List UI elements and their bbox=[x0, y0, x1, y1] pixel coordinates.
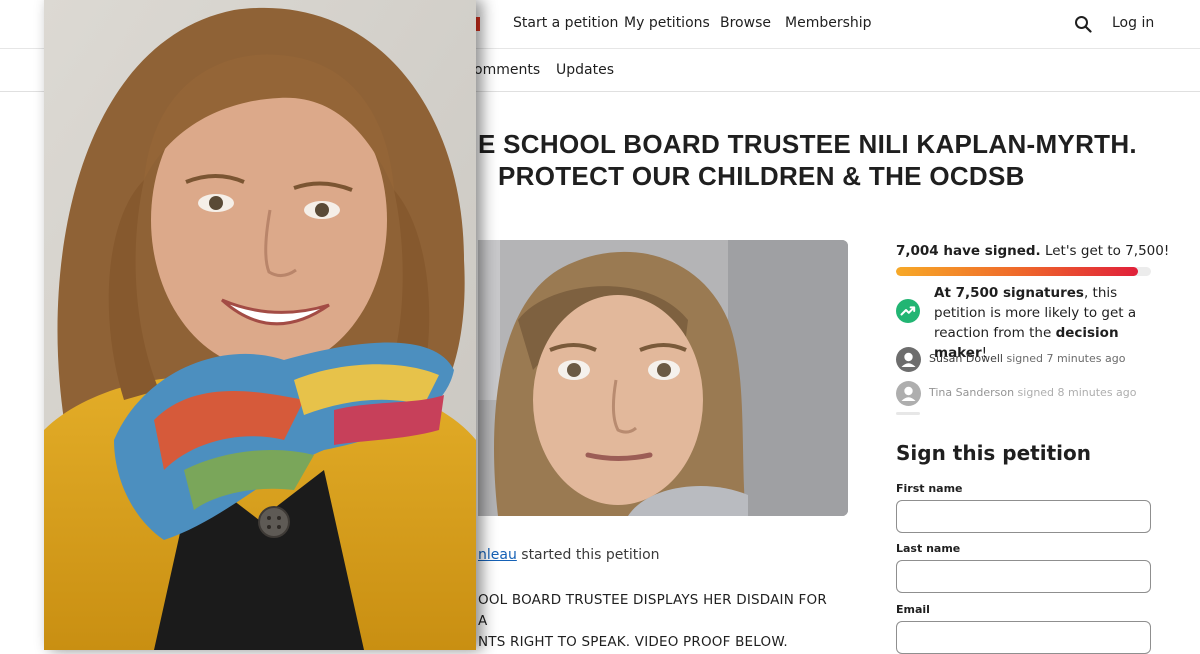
nav-browse[interactable]: Browse bbox=[720, 15, 771, 31]
progress-fill bbox=[896, 267, 1139, 276]
signer-list-fade bbox=[896, 412, 920, 415]
starter-suffix: started this petition bbox=[516, 547, 660, 563]
user-avatar-icon bbox=[896, 347, 921, 372]
petition-starter: nleau started this petition bbox=[478, 547, 660, 563]
email-label: Email bbox=[896, 603, 930, 616]
signature-progress-bar bbox=[896, 267, 1151, 276]
starter-name-link[interactable]: nleau bbox=[478, 547, 517, 563]
signer-text: Susan Dowell signed 7 minutes ago bbox=[929, 352, 1125, 365]
signer-name: Tina Sanderson bbox=[929, 386, 1015, 399]
first-name-label: First name bbox=[896, 482, 963, 495]
petition-image bbox=[478, 240, 848, 516]
signer-name: Susan Dowell bbox=[929, 352, 1003, 365]
last-name-label: Last name bbox=[896, 542, 961, 555]
signed-count-bold: 7,004 have signed. bbox=[896, 243, 1041, 259]
sign-petition-heading: Sign this petition bbox=[896, 441, 1091, 465]
nav-my-petitions[interactable]: My petitions bbox=[624, 15, 710, 31]
nav-start-petition[interactable]: Start a petition bbox=[513, 15, 618, 31]
petition-body-line-1: OOL BOARD TRUSTEE DISPLAYS HER DISDAIN F… bbox=[478, 592, 827, 629]
nav-membership[interactable]: Membership bbox=[785, 15, 872, 31]
petition-page: Start a petition My petitions Browse Mem… bbox=[0, 0, 1200, 654]
login-link[interactable]: Log in bbox=[1112, 15, 1154, 31]
tab-comments[interactable]: omments bbox=[474, 62, 540, 78]
user-avatar-icon bbox=[896, 381, 921, 406]
signature-goal-text: Let's get to 7,500! bbox=[1040, 243, 1170, 259]
petition-photo-illustration bbox=[478, 240, 848, 516]
last-name-input[interactable] bbox=[896, 560, 1151, 593]
portrait-illustration bbox=[44, 0, 476, 650]
petition-title-line-2: PROTECT OUR CHILDREN & THE OCDSB bbox=[498, 161, 1025, 191]
signer-action: signed 7 minutes ago bbox=[1002, 352, 1126, 365]
overlay-portrait-photo bbox=[44, 0, 476, 650]
trending-up-icon bbox=[896, 299, 920, 323]
signer-action: signed 8 minutes ago bbox=[1014, 386, 1137, 399]
signature-count: 7,004 have signed. Let's get to 7,500! bbox=[896, 243, 1169, 259]
recent-signer: Tina Sanderson signed 8 minutes ago bbox=[896, 381, 1146, 407]
signer-text: Tina Sanderson signed 8 minutes ago bbox=[929, 386, 1137, 399]
recent-signer: Susan Dowell signed 7 minutes ago bbox=[896, 347, 1146, 373]
milestone-bold-1: At 7,500 signatures bbox=[934, 285, 1084, 301]
first-name-input[interactable] bbox=[896, 500, 1151, 533]
petition-body: OOL BOARD TRUSTEE DISPLAYS HER DISDAIN F… bbox=[478, 590, 838, 653]
search-icon[interactable] bbox=[1074, 15, 1092, 33]
petition-title-line-1: E SCHOOL BOARD TRUSTEE NILI KAPLAN-MYRTH… bbox=[478, 129, 1137, 159]
email-input[interactable] bbox=[896, 621, 1151, 654]
tab-updates[interactable]: Updates bbox=[556, 62, 614, 78]
